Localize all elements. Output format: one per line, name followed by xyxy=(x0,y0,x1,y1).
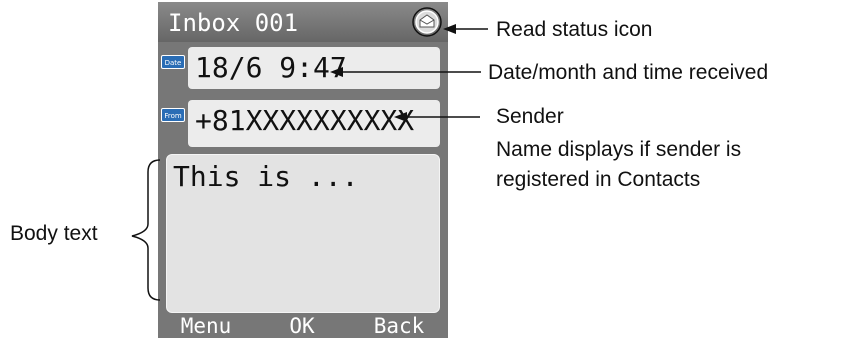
body-bracket xyxy=(131,159,161,301)
sender-label: Sender xyxy=(496,105,564,128)
read-status-label: Read status icon xyxy=(496,18,653,41)
sender-note-line2: registered in Contacts xyxy=(496,168,701,191)
date-arrowhead xyxy=(330,67,343,77)
status-icon-highlight xyxy=(412,7,442,37)
callout-lines xyxy=(131,7,488,301)
date-time-label: Date/month and time received xyxy=(488,61,769,84)
body-text-label: Body text xyxy=(10,222,98,245)
read-status-arrowhead xyxy=(443,24,456,34)
sender-note-line1: Name displays if sender is xyxy=(496,138,742,161)
sender-arrowhead xyxy=(394,112,407,122)
